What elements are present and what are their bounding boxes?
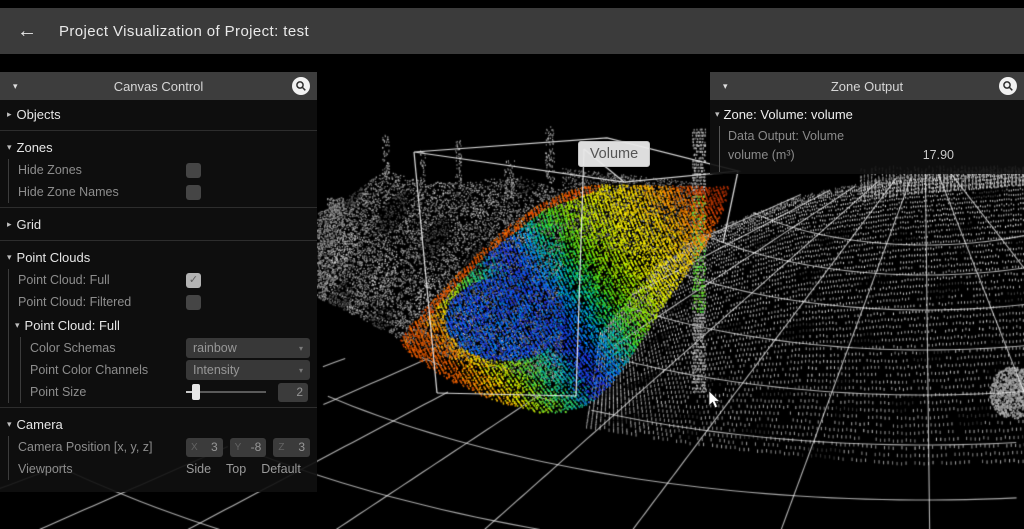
hide-zone-names-row: Hide Zone Names	[9, 181, 317, 203]
volume-metric-label: volume (m³)	[728, 148, 795, 162]
hide-zones-row: Hide Zones	[9, 159, 317, 181]
point-size-row: Point Size 2	[21, 381, 317, 403]
volume-metric-value: 17.90	[923, 148, 954, 162]
point-size-slider[interactable]	[186, 391, 266, 393]
section-grid[interactable]: Grid	[0, 212, 317, 236]
data-output-row: Data Output: Volume	[720, 126, 1024, 145]
volume-metric-row: volume (m³) 17.90	[720, 145, 1024, 164]
app-window: ← Project Visualization of Project: test…	[0, 0, 1024, 529]
hide-zones-checkbox[interactable]	[186, 163, 201, 178]
point-color-channels-row: Point Color Channels Intensity	[21, 359, 317, 381]
zone-output-header: Zone Output	[710, 72, 1024, 100]
zone-volume-header[interactable]: Zone: Volume: volume	[710, 102, 1024, 126]
camera-position-row: Camera Position [x, y, z] X 3 Y -8 Z 3	[9, 436, 317, 458]
viewport-side-button[interactable]: Side	[186, 462, 211, 476]
point-cloud-filtered-checkbox[interactable]	[186, 295, 201, 310]
search-icon[interactable]	[999, 77, 1017, 95]
section-camera[interactable]: Camera	[0, 412, 317, 436]
section-zones[interactable]: Zones	[0, 135, 317, 159]
viewports-row: Viewports Side Top Default	[9, 458, 317, 480]
point-cloud-full-row: Point Cloud: Full	[9, 269, 317, 291]
canvas-control-title: Canvas Control	[0, 79, 317, 94]
caret-down-icon	[7, 419, 12, 430]
caret-down-icon	[715, 109, 720, 120]
chevron-down-icon	[299, 366, 303, 375]
mouse-cursor-icon	[708, 390, 722, 410]
caret-down-icon	[7, 252, 12, 263]
slider-knob[interactable]	[192, 384, 200, 400]
color-schemas-select[interactable]: rainbow	[186, 338, 310, 358]
point-cloud-full-checkbox[interactable]	[186, 273, 201, 288]
zone-3d-label: Volume	[578, 141, 650, 167]
point-color-channels-select[interactable]: Intensity	[186, 360, 310, 380]
viewport-top-button[interactable]: Top	[226, 462, 246, 476]
caret-right-icon	[7, 109, 12, 120]
section-objects[interactable]: Objects	[0, 102, 317, 126]
point-size-value[interactable]: 2	[278, 383, 308, 402]
point-cloud-filtered-row: Point Cloud: Filtered	[9, 291, 317, 313]
section-point-clouds[interactable]: Point Clouds	[0, 245, 317, 269]
viewport-default-button[interactable]: Default	[261, 462, 301, 476]
back-arrow-icon[interactable]: ←	[17, 20, 37, 43]
subsection-point-cloud-full[interactable]: Point Cloud: Full	[9, 313, 317, 337]
canvas-control-body: Objects Zones Hide Zones Hide Zone Names	[0, 100, 317, 480]
camera-z-field[interactable]: Z 3	[273, 438, 310, 457]
canvas-control-panel: Canvas Control Objects Zones Hide Zones	[0, 72, 317, 492]
camera-y-field[interactable]: Y -8	[230, 438, 267, 457]
search-icon[interactable]	[292, 77, 310, 95]
caret-right-icon	[7, 219, 12, 230]
canvas-control-header: Canvas Control	[0, 72, 317, 100]
zone-output-title: Zone Output	[710, 79, 1024, 94]
caret-down-icon	[7, 142, 12, 153]
zone-output-panel: Zone Output Zone: Volume: volume Data Ou…	[710, 72, 1024, 174]
page-title: Project Visualization of Project: test	[59, 23, 309, 40]
caret-down-icon	[15, 320, 20, 331]
hide-zone-names-checkbox[interactable]	[186, 185, 201, 200]
chevron-down-icon	[299, 344, 303, 353]
app-header: ← Project Visualization of Project: test	[0, 8, 1024, 54]
camera-x-field[interactable]: X 3	[186, 438, 223, 457]
color-schemas-row: Color Schemas rainbow	[21, 337, 317, 359]
